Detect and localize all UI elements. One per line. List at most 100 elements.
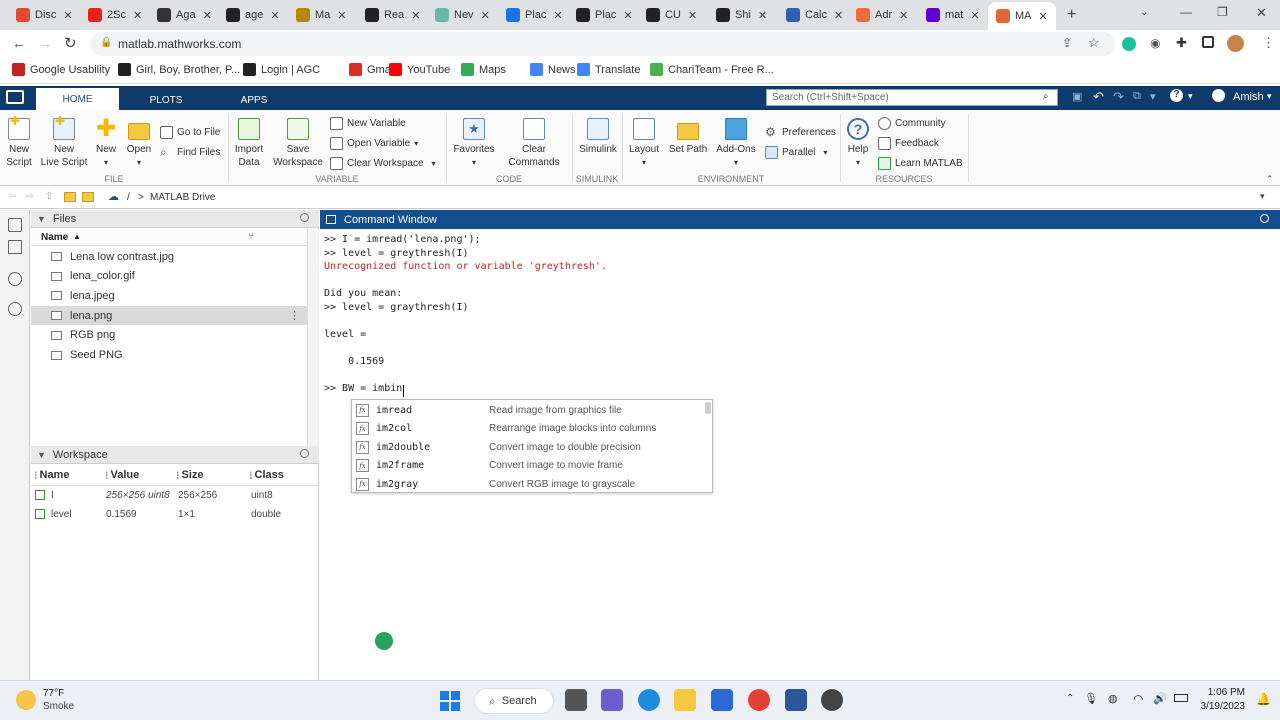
column-class[interactable]: ⁝ Class <box>249 465 319 485</box>
new-button[interactable]: ✚ New ▾ <box>94 117 118 169</box>
autocomplete-item[interactable]: fx im2gray Convert RGB image to grayscale <box>352 475 702 493</box>
clear-commands-button[interactable]: Clear Commands <box>502 118 566 169</box>
bookmark-item[interactable]: Login | AGC <box>243 63 320 76</box>
close-tab-icon[interactable]: ✕ <box>481 9 490 22</box>
taskbar-search[interactable]: ⌕ Search <box>474 688 554 714</box>
bookmark-item[interactable]: ChariTeam - Free R... <box>650 63 774 76</box>
mic-icon[interactable]: 🎙 <box>1084 692 1098 705</box>
close-tab-icon[interactable]: ✕ <box>899 9 908 22</box>
feedback-button[interactable]: Feedback <box>878 137 939 150</box>
open-button[interactable]: Open ▾ <box>125 118 153 169</box>
close-tab-icon[interactable]: ✕ <box>337 9 346 22</box>
git-icon[interactable]: ⑂ <box>248 231 254 242</box>
bookmark-item[interactable]: Maps <box>461 63 506 76</box>
learn-matlab-button[interactable]: Learn MATLAB <box>878 157 963 170</box>
browser-tab[interactable]: Rea ✕ <box>357 4 423 26</box>
folder-icon[interactable] <box>82 192 94 202</box>
file-item[interactable]: Seed PNG <box>31 346 307 365</box>
column-size[interactable]: ⁝ Size <box>176 465 248 485</box>
chrome-menu-icon[interactable]: ⋮ <box>1262 35 1275 51</box>
clock-time[interactable]: 1:06 PM <box>1201 687 1245 698</box>
close-tab-icon[interactable]: ✕ <box>970 9 979 22</box>
extensions-icon[interactable]: ✚ <box>1176 35 1187 51</box>
browser-tab[interactable]: Ma ✕ <box>288 4 354 26</box>
matlab-desktop-icon[interactable] <box>6 90 24 104</box>
files-view-icon[interactable] <box>8 218 22 232</box>
autocomplete-item[interactable]: fx im2double Convert image to double preci… <box>352 438 702 456</box>
panel-options-icon[interactable] <box>300 449 309 458</box>
bookmark-item[interactable]: Google Usability <box>12 63 110 76</box>
browse-folder-icon[interactable] <box>64 192 76 202</box>
browser-tab[interactable]: 2Sc ✕ <box>80 4 146 26</box>
redo-icon[interactable]: ↷ <box>1113 89 1124 105</box>
autocomplete-scrollbar[interactable] <box>705 402 711 414</box>
autocomplete-item[interactable]: fx im2frame Convert image to movie frame <box>352 457 702 475</box>
file-item[interactable]: lena.png ⋮ <box>31 306 307 326</box>
community-button[interactable]: Community <box>878 117 946 130</box>
close-tab-icon[interactable]: ✕ <box>758 9 767 22</box>
favorites-button[interactable]: ★ Favorites ▾ <box>452 118 496 169</box>
switch-windows-icon[interactable]: ⧉ <box>1133 90 1141 103</box>
browser-tab[interactable]: age ✕ <box>218 4 284 26</box>
address-bar[interactable]: 🔒 matlab.mathworks.com ⇪ ☆ <box>90 32 1115 56</box>
share-icon[interactable]: ⇪ <box>1062 36 1072 50</box>
tab-home[interactable]: HOME <box>36 88 119 110</box>
browser-tab[interactable]: MA ✕ <box>988 2 1056 30</box>
store-icon[interactable] <box>711 689 733 711</box>
bookmark-item[interactable]: YouTube <box>389 63 450 76</box>
path-root[interactable]: / <box>127 192 130 203</box>
file-item[interactable]: lena_color.gif <box>31 267 307 286</box>
user-dropdown-icon[interactable]: ▾ <box>1267 91 1272 102</box>
close-tab-icon[interactable]: ✕ <box>834 9 843 22</box>
clear-workspace-button[interactable]: Clear Workspace ▾ <box>330 157 436 170</box>
bookmark-item[interactable]: Translate <box>577 63 640 76</box>
close-tab-icon[interactable]: ✕ <box>553 9 562 22</box>
file-item[interactable]: lena.jpeg <box>31 286 307 305</box>
close-tab-icon[interactable]: ✕ <box>688 9 697 22</box>
file-actions-icon[interactable]: ⋮ <box>289 309 300 322</box>
new-tab-button[interactable]: + <box>1067 6 1076 24</box>
open-variable-button[interactable]: Open Variable ▾ <box>330 137 418 150</box>
workspace-view-icon[interactable] <box>8 240 22 254</box>
word-icon[interactable] <box>785 689 807 711</box>
browser-tab[interactable]: Aga ✕ <box>149 4 215 26</box>
collapse-icon[interactable]: ▼ <box>37 214 46 224</box>
import-data-button[interactable]: Import Data <box>232 118 266 169</box>
set-path-button[interactable]: Set Path <box>668 118 708 156</box>
close-tab-icon[interactable]: ✕ <box>1039 10 1048 23</box>
column-name[interactable]: ⁝ Name <box>34 465 104 485</box>
start-button[interactable] <box>440 691 460 711</box>
bookmark-item[interactable]: News <box>530 63 576 76</box>
task-view-icon[interactable] <box>565 689 587 711</box>
file-item[interactable]: Lena low contrast.jpg <box>31 247 307 266</box>
panel-options-icon[interactable] <box>1260 214 1269 223</box>
weather-icon[interactable] <box>16 690 36 710</box>
edge-icon[interactable] <box>638 689 660 711</box>
file-explorer-icon[interactable] <box>674 689 696 711</box>
browser-tab[interactable]: Shi ✕ <box>708 4 774 26</box>
back-icon[interactable]: ← <box>12 35 26 51</box>
new-variable-button[interactable]: New Variable <box>330 117 406 130</box>
browser-tab[interactable]: Calc ✕ <box>778 4 844 26</box>
settings-app-icon[interactable] <box>821 689 843 711</box>
workspace-row[interactable]: level 0.1569 1×1 double <box>31 505 319 524</box>
simulink-button[interactable]: Simulink <box>576 118 620 156</box>
tab-plots[interactable]: PLOTS <box>130 90 202 110</box>
teams-chat-icon[interactable] <box>601 689 623 711</box>
find-icon[interactable] <box>8 272 22 286</box>
browser-tab[interactable]: mat ✕ <box>918 4 984 26</box>
forward-icon[interactable]: → <box>38 35 52 51</box>
bookmark-star-icon[interactable]: ☆ <box>1088 35 1100 51</box>
chrome-icon[interactable] <box>748 689 770 711</box>
close-tab-icon[interactable]: ✕ <box>133 9 142 22</box>
browser-tab[interactable]: Plac ✕ <box>498 4 564 26</box>
history-icon[interactable] <box>8 302 22 316</box>
user-name[interactable]: Amish <box>1233 91 1264 103</box>
help-button[interactable]: ? Help ▾ <box>845 118 871 169</box>
find-files-button[interactable]: ⌕ Find Files <box>160 146 220 159</box>
location-icon[interactable]: ◍ <box>1108 692 1118 705</box>
battery-icon[interactable] <box>1174 694 1188 702</box>
go-to-file-button[interactable]: Go to File <box>160 126 220 139</box>
volume-icon[interactable]: 🔊 <box>1153 692 1167 705</box>
collapse-toolstrip-icon[interactable]: ⌃ <box>1266 174 1274 185</box>
